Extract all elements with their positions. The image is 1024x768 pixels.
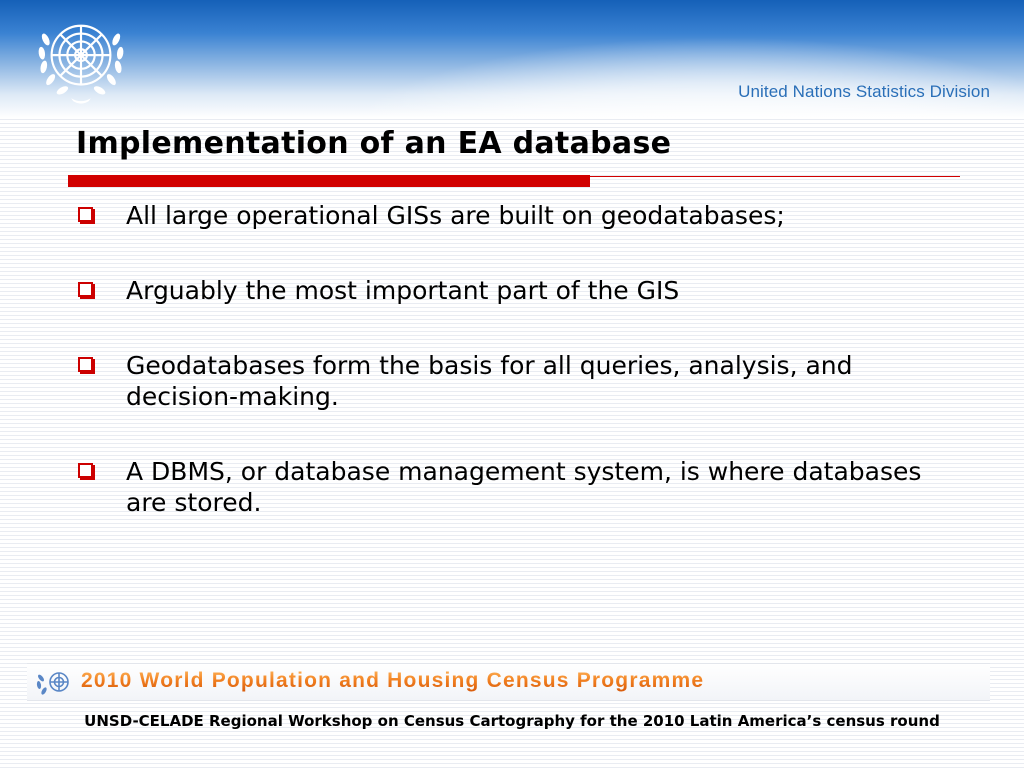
- list-item: Geodatabases form the basis for all quer…: [72, 350, 952, 412]
- workshop-caption: UNSD-CELADE Regional Workshop on Census …: [84, 712, 940, 730]
- banner-title: 2010 World Population and Housing Census…: [81, 669, 705, 692]
- bullet-list: All large operational GISs are built on …: [72, 200, 952, 518]
- header-band: United Nations Statistics Division: [0, 0, 1024, 118]
- un-emblem-icon: [36, 672, 69, 695]
- list-item: Arguably the most important part of the …: [72, 275, 952, 306]
- slide-title: Implementation of an EA database: [76, 126, 672, 161]
- bullet-text: A DBMS, or database management system, i…: [126, 457, 922, 517]
- list-item: All large operational GISs are built on …: [72, 200, 952, 231]
- census-programme-banner: 2010 World Population and Housing Census…: [27, 663, 990, 701]
- title-underline: [68, 175, 590, 187]
- organization-name: United Nations Statistics Division: [738, 82, 990, 101]
- checkbox-bullet-icon: [78, 207, 93, 222]
- bullet-text: Geodatabases form the basis for all quer…: [126, 351, 853, 411]
- title-underline-thin: [590, 176, 960, 177]
- checkbox-bullet-icon: [78, 282, 93, 297]
- bullet-text: All large operational GISs are built on …: [126, 201, 785, 230]
- checkbox-bullet-icon: [78, 463, 93, 478]
- bullet-text: Arguably the most important part of the …: [126, 276, 680, 305]
- un-emblem-icon: [38, 24, 124, 104]
- list-item: A DBMS, or database management system, i…: [72, 456, 952, 518]
- checkbox-bullet-icon: [78, 357, 93, 372]
